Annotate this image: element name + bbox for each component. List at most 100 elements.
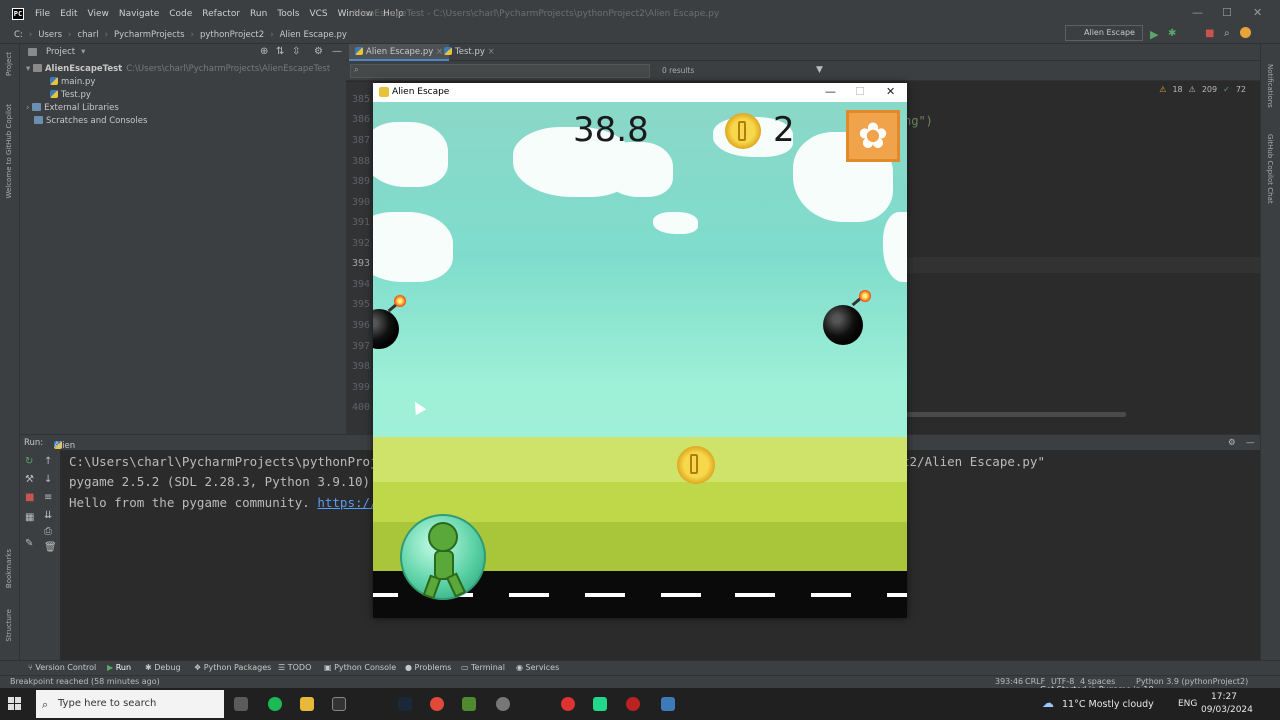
clock-date[interactable]: 09/03/2024	[1201, 705, 1253, 715]
weather-text[interactable]: 11°C Mostly cloudy	[1062, 699, 1154, 710]
search-icon[interactable]: ⌕	[1224, 28, 1230, 39]
structure-tool-tab[interactable]: Structure	[5, 609, 13, 642]
menu-code[interactable]: Code	[169, 9, 192, 19]
menu-run[interactable]: Run	[250, 9, 267, 19]
menu-view[interactable]: View	[88, 9, 109, 19]
tree-scratches[interactable]: Scratches and Consoles	[34, 116, 147, 126]
scroll-end-icon[interactable]: ⇊	[44, 510, 52, 521]
menu-refactor[interactable]: Refactor	[202, 9, 240, 19]
menu-vcs[interactable]: VCS	[309, 9, 327, 19]
hide-panel-icon[interactable]: —	[1246, 438, 1255, 448]
tab-close-icon[interactable]: ×	[488, 47, 495, 57]
hide-panel-icon[interactable]: —	[332, 46, 342, 57]
tree-external-libraries[interactable]: › External Libraries	[26, 103, 119, 113]
project-tool-tab[interactable]: Project	[5, 52, 13, 76]
tree-root[interactable]: ▾ AlienEscapeTest C:\Users\charl\PycharmP…	[26, 64, 330, 74]
tree-file-test[interactable]: Test.py	[50, 90, 91, 100]
taskbar-search-input[interactable]: Type here to search	[36, 690, 224, 718]
layout-icon[interactable]: ▦	[25, 512, 34, 523]
tab-alien-escape[interactable]: Alien Escape.py ×	[349, 44, 450, 61]
language-indicator[interactable]: ENG	[1178, 699, 1197, 709]
wrench-icon[interactable]: ⚒	[25, 474, 34, 485]
caret-position[interactable]: 393:46	[995, 677, 1023, 686]
menu-edit[interactable]: Edit	[60, 9, 77, 19]
breadcrumb-users[interactable]: Users	[38, 30, 62, 40]
tab-terminal[interactable]: ▭ Terminal	[461, 663, 505, 672]
chevron-down-icon[interactable]: ▾	[81, 47, 85, 57]
notifications-tool-tab[interactable]: Notifications	[1266, 64, 1274, 108]
run-config-select[interactable]: Alien Escape	[1065, 25, 1143, 41]
update-icon[interactable]	[1240, 27, 1251, 38]
inspection-widget[interactable]: ⚠ 18 ⚠ 209 ✓ 72	[1159, 85, 1246, 94]
game-window[interactable]: Alien Escape — ☐ ✕ 38.8 2 ✿	[373, 83, 907, 618]
epic-games-icon[interactable]	[332, 697, 346, 711]
bookmarks-tool-tab[interactable]: Bookmarks	[5, 549, 13, 588]
pycharm-icon[interactable]	[593, 697, 607, 711]
copilot-tool-tab[interactable]: Welcome to GitHub Copilot	[5, 104, 13, 199]
copilot-chat-tool-tab[interactable]: GitHub Copilot Chat	[1266, 134, 1274, 204]
recorder-icon[interactable]	[626, 697, 640, 711]
python-icon[interactable]	[661, 697, 675, 711]
chrome-icon[interactable]	[430, 697, 444, 711]
project-panel-title[interactable]: Project	[46, 47, 75, 57]
collapse-all-icon[interactable]: ⇳	[292, 46, 300, 57]
tab-label: TODO	[287, 663, 312, 672]
tab-python-console[interactable]: ▣ Python Console	[324, 663, 396, 672]
settings-icon[interactable]	[496, 697, 510, 711]
breadcrumb-file[interactable]: Alien Escape.py	[280, 30, 347, 40]
up-arrow-icon[interactable]: ↑	[44, 456, 52, 467]
run-icon[interactable]: ▶	[1150, 28, 1158, 41]
find-input[interactable]: ⌕	[350, 64, 650, 78]
debug-icon[interactable]: ✱	[1168, 28, 1176, 39]
locate-icon[interactable]: ⊕	[260, 46, 268, 57]
maximize-icon[interactable]: ☐	[855, 85, 865, 98]
horizontal-scrollbar[interactable]	[906, 412, 1126, 417]
tree-file-main[interactable]: main.py	[50, 77, 95, 87]
chrome-profile-icon[interactable]	[561, 697, 575, 711]
steam-icon[interactable]	[398, 697, 412, 711]
gear-icon[interactable]: ⚙	[1228, 438, 1236, 448]
file-explorer-icon[interactable]	[300, 697, 314, 711]
tab-version-control[interactable]: ⑂ Version Control	[28, 663, 96, 672]
minecraft-icon[interactable]	[462, 697, 476, 711]
close-icon[interactable]: ✕	[1253, 6, 1262, 19]
soft-wrap-icon[interactable]: ≡	[44, 492, 52, 503]
game-scene[interactable]: 38.8 2 ✿	[373, 102, 907, 618]
expand-all-icon[interactable]: ⇅	[276, 46, 284, 57]
windows-start-icon[interactable]	[8, 697, 22, 711]
minimize-icon[interactable]: —	[825, 85, 836, 98]
menu-navigate[interactable]: Navigate	[119, 9, 159, 19]
stop-icon[interactable]: ■	[25, 492, 34, 503]
menu-tools[interactable]: Tools	[277, 9, 299, 19]
tab-todo[interactable]: ☰ TODO	[278, 663, 311, 672]
close-icon[interactable]: ✕	[886, 85, 895, 98]
scratches-icon	[34, 116, 43, 124]
filter-icon[interactable]: ▼	[816, 65, 823, 75]
breadcrumb-drive[interactable]: C:	[14, 30, 23, 40]
maximize-icon[interactable]: ☐	[1222, 6, 1232, 19]
spotify-icon[interactable]	[268, 697, 282, 711]
rerun-icon[interactable]: ↻	[25, 456, 33, 467]
tab-services[interactable]: ◉ Services	[516, 663, 559, 672]
down-arrow-icon[interactable]: ↓	[44, 474, 52, 485]
status-message[interactable]: Breakpoint reached (58 minutes ago)	[10, 677, 160, 686]
trash-icon[interactable]: 🗑	[44, 542, 57, 553]
pin-icon[interactable]: ✎	[25, 538, 33, 549]
clock-time[interactable]: 17:27	[1211, 692, 1237, 702]
gear-icon[interactable]: ⚙	[314, 46, 323, 57]
menu-file[interactable]: File	[35, 9, 50, 19]
game-settings-button[interactable]: ✿	[846, 110, 900, 162]
print-icon[interactable]: ⎙	[44, 526, 52, 537]
tab-test[interactable]: Test.py ×	[438, 44, 501, 61]
breadcrumb-project[interactable]: pythonProject2	[200, 30, 264, 40]
tab-python-packages[interactable]: ❖ Python Packages	[194, 663, 271, 672]
stop-icon[interactable]: ■	[1205, 28, 1214, 39]
breadcrumb-projects[interactable]: PycharmProjects	[114, 30, 185, 40]
task-view-icon[interactable]	[234, 697, 248, 711]
tab-problems[interactable]: ● Problems	[405, 663, 451, 672]
minimize-icon[interactable]: —	[1192, 6, 1203, 19]
tab-run[interactable]: ▶ Run	[107, 663, 131, 672]
breadcrumb-user[interactable]: charl	[77, 30, 98, 40]
tab-debug[interactable]: ✱ Debug	[145, 663, 181, 672]
console-link[interactable]: https://	[317, 495, 377, 510]
